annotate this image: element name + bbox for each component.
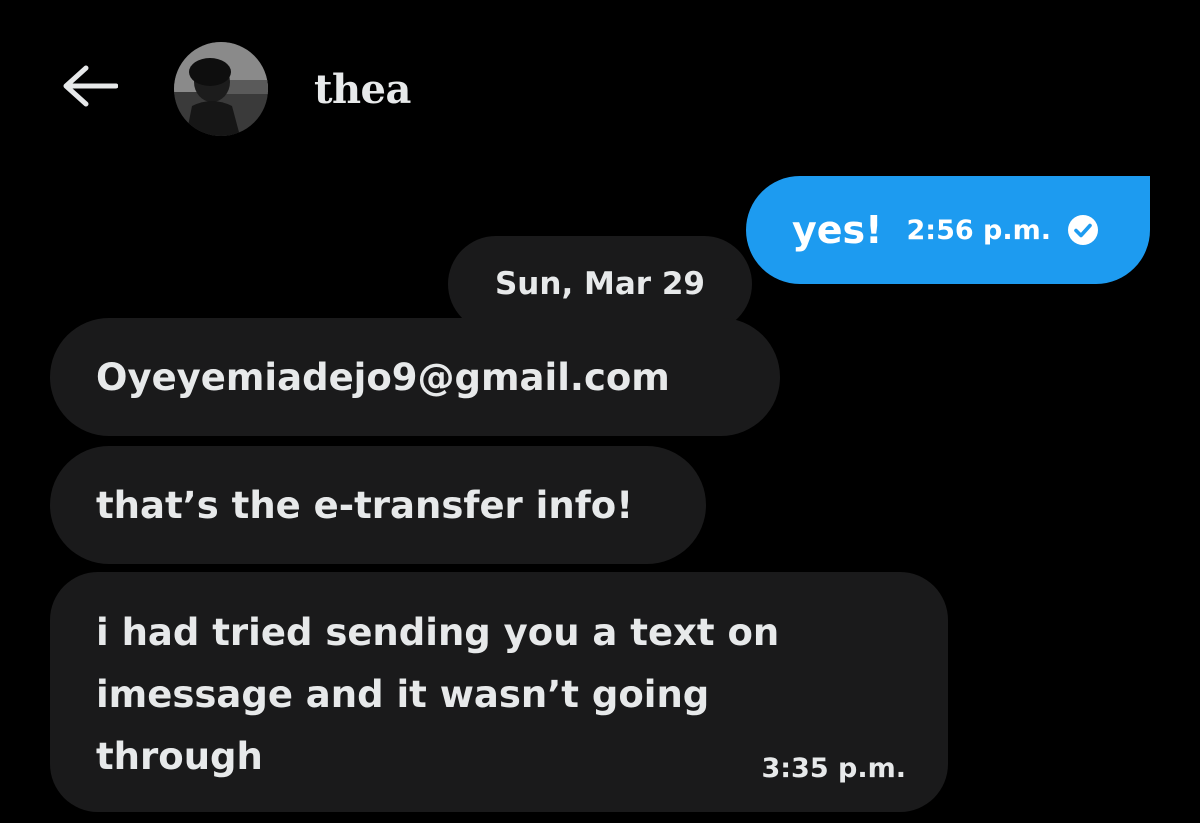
message-text-line: i had tried sending you a text on — [96, 611, 780, 654]
check-circle-icon — [1067, 214, 1099, 246]
message-timestamp: 2:56 p.m. — [906, 214, 1052, 246]
received-message-bubble[interactable]: i had tried sending you a text on imessa… — [50, 572, 948, 812]
arrow-left-icon — [60, 64, 119, 112]
contact-name[interactable]: thea — [314, 64, 411, 116]
back-button[interactable] — [56, 60, 122, 116]
message-text: yes! — [792, 208, 883, 252]
message-timestamp: 3:35 p.m. — [761, 753, 906, 784]
conversation-header: thea — [0, 0, 1200, 180]
sent-message-bubble[interactable]: yes! 2:56 p.m. — [746, 176, 1150, 284]
message-text-line: imessage and it wasn’t going — [96, 673, 710, 716]
received-message-bubble[interactable]: that’s the e-transfer info! — [50, 446, 706, 564]
message-text: that’s the e-transfer info! — [96, 483, 634, 527]
avatar[interactable] — [174, 42, 268, 136]
message-text: Oyeyemiadejo9@gmail.com — [96, 355, 670, 399]
received-message-bubble[interactable]: Oyeyemiadejo9@gmail.com — [50, 318, 780, 436]
